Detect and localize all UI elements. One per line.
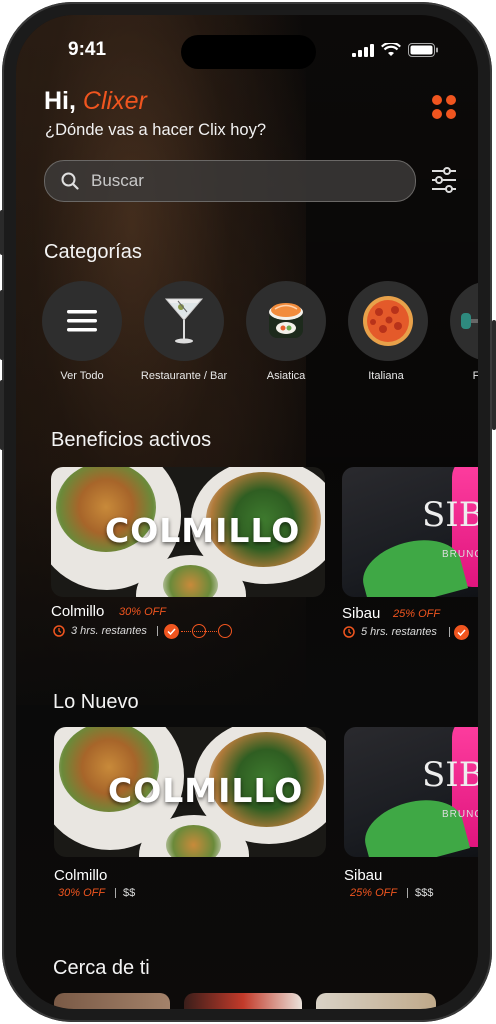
- nearby-card[interactable]: [184, 993, 302, 1009]
- colmillo-benefit-image[interactable]: COLMILLO: [51, 467, 325, 597]
- colmillo-new-image[interactable]: COLMILLO: [54, 727, 326, 857]
- dynamic-island: [181, 35, 316, 69]
- signal-icon: [352, 43, 374, 57]
- filter-icon[interactable]: [430, 165, 458, 195]
- status-icons: [352, 43, 438, 57]
- search-input[interactable]: [89, 170, 393, 192]
- greeting-text: Hi,: [44, 87, 83, 115]
- search-icon: [61, 172, 79, 190]
- sibau-benefit-discount: 25% OFF: [393, 608, 441, 620]
- sibau-logo: SIB: [422, 495, 478, 535]
- battery-icon: [408, 43, 438, 57]
- sibau-time-remaining: 5 hrs. restantes: [361, 626, 437, 638]
- clock-icon: [53, 625, 65, 637]
- category-italiana[interactable]: [348, 281, 428, 361]
- eye-step-icon: [218, 624, 232, 638]
- sibau-price-level: $$$: [415, 887, 434, 899]
- greeting-subtitle: ¿Dónde vas a hacer Clix hoy?: [45, 121, 267, 139]
- cerca-title: Cerca de ti: [53, 957, 150, 979]
- category-ver-todo[interactable]: [42, 281, 122, 361]
- lo-nuevo-title: Lo Nuevo: [53, 691, 139, 713]
- category-label: Restaurante / Bar: [140, 370, 228, 382]
- colmillo-logo: COLMILLO: [108, 771, 304, 810]
- category-restaurante-bar[interactable]: [144, 281, 224, 361]
- drink-step-icon: [192, 624, 206, 638]
- divider: [407, 888, 408, 898]
- search-bar[interactable]: [44, 160, 416, 202]
- colmillo-benefit-discount: 30% OFF: [119, 606, 167, 618]
- fitness-icon: [461, 313, 478, 329]
- check-badge-icon: [454, 625, 469, 640]
- wifi-icon: [381, 43, 401, 56]
- sushi-icon: [269, 303, 303, 338]
- categories-title: Categorías: [44, 241, 142, 263]
- clock-icon: [343, 626, 355, 638]
- cocktail-icon: [164, 298, 204, 344]
- sibau-logo: SIB: [422, 755, 478, 795]
- user-name: Clixer: [82, 87, 147, 115]
- nearby-card[interactable]: [54, 993, 170, 1009]
- colmillo-new-name: Colmillo: [54, 867, 108, 884]
- category-asiatica[interactable]: [246, 281, 326, 361]
- colmillo-benefit-name: Colmillo: [51, 603, 105, 620]
- divider: [115, 888, 116, 898]
- sibau-new-discount: 25% OFF: [350, 887, 398, 899]
- app-screen: 9:41 Hi, Clixer ¿Dónde vas a hacer Clix …: [16, 15, 478, 1009]
- sibau-new-image[interactable]: SIB BRUNCH: [344, 727, 478, 857]
- side-button: [0, 210, 4, 255]
- colmillo-time-remaining: 3 hrs. restantes: [71, 625, 147, 637]
- beneficios-title: Beneficios activos: [51, 429, 212, 451]
- colmillo-new-discount: 30% OFF: [58, 887, 106, 899]
- greeting: Hi, Clixer: [44, 87, 147, 116]
- colmillo-logo: COLMILLO: [105, 511, 301, 550]
- pizza-icon: [363, 296, 413, 346]
- category-label: Asiatica: [266, 370, 306, 382]
- sibau-benefit-name: Sibau: [342, 605, 381, 622]
- sibau-logo-sub: BRUNCH: [442, 549, 478, 560]
- nearby-card[interactable]: [316, 993, 436, 1009]
- divider: [449, 627, 450, 637]
- side-button: [492, 320, 496, 430]
- category-label: F: [472, 370, 478, 382]
- check-badge-icon: [164, 624, 179, 639]
- sibau-logo-sub: BRUNCH: [442, 809, 478, 820]
- divider: [157, 626, 158, 636]
- colmillo-price-level: $$: [123, 887, 136, 899]
- side-button: [0, 290, 4, 360]
- side-button: [0, 380, 4, 450]
- sibau-new-name: Sibau: [344, 867, 383, 884]
- menu-icon: [67, 310, 97, 332]
- category-label: Ver Todo: [60, 370, 104, 382]
- status-time: 9:41: [68, 39, 107, 60]
- sibau-benefit-image[interactable]: SIB BRUNCH: [342, 467, 478, 597]
- grid-menu-icon[interactable]: [432, 95, 456, 119]
